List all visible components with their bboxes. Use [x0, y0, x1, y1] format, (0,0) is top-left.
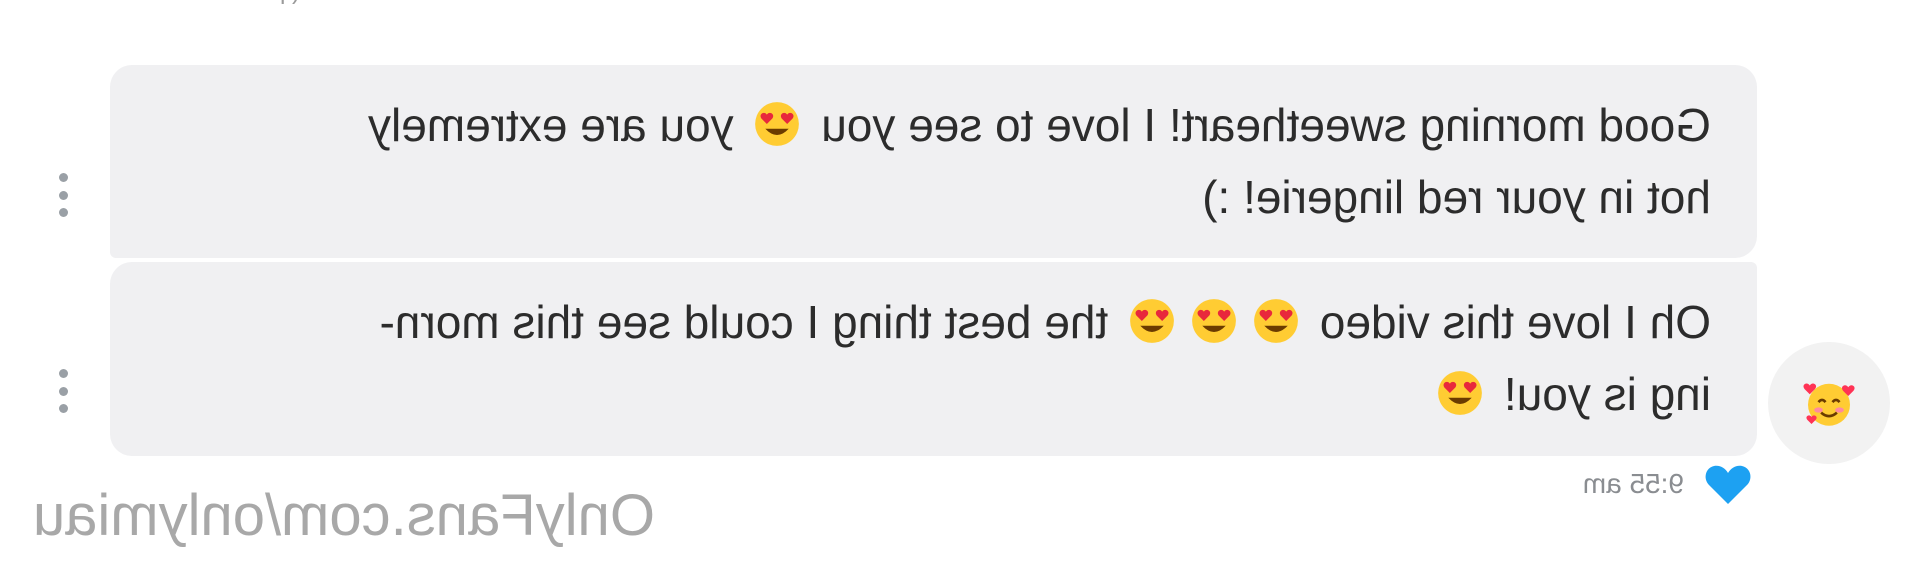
- message-line: Good morning sweetheart! I love to see y…: [156, 89, 1711, 161]
- message-meta: 9:55 am: [1583, 462, 1752, 506]
- dot: [59, 208, 69, 217]
- dot: [59, 173, 69, 182]
- message-text: the best thing I could see this morn-: [379, 296, 1109, 348]
- dot: [59, 386, 69, 396]
- timestamp: 9:55 am: [1582, 468, 1684, 499]
- message-text: you are extremely: [367, 99, 734, 151]
- message-options-icon[interactable]: [54, 369, 74, 413]
- message-bubble[interactable]: Oh I love this video the best thing I co…: [110, 262, 1757, 456]
- message-bubble[interactable]: Good morning sweetheart! I love to see y…: [110, 65, 1757, 258]
- heart-eyes-emoji-icon: [755, 102, 800, 146]
- previous-message-stub: ( p: [272, 0, 300, 6]
- message-line: ing is you!: [156, 358, 1711, 430]
- heart-eyes-emoji-icon: [1438, 371, 1482, 415]
- message-options-icon[interactable]: [54, 173, 74, 217]
- heart-eyes-emoji-icon: [1130, 299, 1174, 343]
- heart-icon[interactable]: [1704, 462, 1752, 506]
- heart-eyes-emoji-icon: [1192, 299, 1236, 343]
- mirrored-view: ( p Good morning sweetheart! I love to s…: [0, 0, 1920, 563]
- avatar[interactable]: [1768, 342, 1890, 464]
- dot: [59, 190, 69, 200]
- watermark: OnlyFans.com/onlymiau: [32, 483, 655, 548]
- heart-eyes-emoji-icon: [1254, 299, 1298, 343]
- chat-screenshot: ( p Good morning sweetheart! I love to s…: [0, 0, 1920, 563]
- dot: [59, 369, 69, 378]
- message-text: Good morning sweetheart! I love to see y…: [821, 99, 1711, 151]
- message-line: Oh I love this video the best thing I co…: [156, 286, 1712, 358]
- message-line: hot in your red lingerie! :): [1202, 171, 1711, 223]
- message-text: ing is you!: [1503, 368, 1711, 420]
- message-text: Oh I love this video: [1319, 296, 1711, 348]
- dot: [59, 404, 69, 413]
- smiling-face-with-hearts-icon: [1803, 383, 1855, 426]
